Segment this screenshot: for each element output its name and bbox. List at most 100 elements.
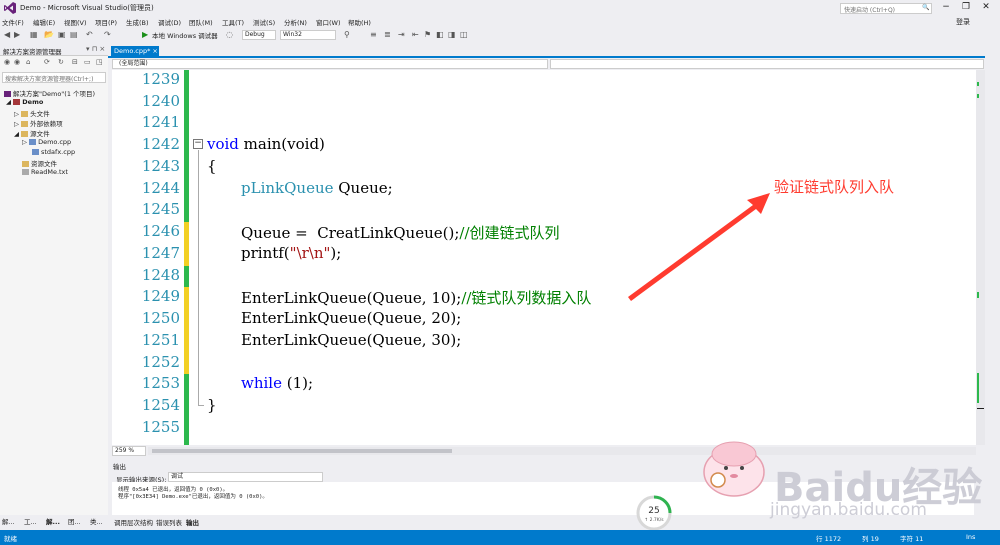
prev-bookmark-icon[interactable]: ◧ xyxy=(436,30,444,39)
code-line-1246: Queue = CreatLinkQueue();//创建链式队列 xyxy=(241,224,560,242)
open-icon[interactable]: 📂 xyxy=(44,30,54,39)
properties-icon[interactable]: ▭ xyxy=(84,58,91,66)
menu-file[interactable]: 文件(F) xyxy=(2,17,24,27)
indent-icon[interactable]: ⇥ xyxy=(398,30,405,39)
refresh-icon[interactable]: ↻ xyxy=(58,58,64,66)
tab-solution-explorer[interactable]: 解... xyxy=(2,516,15,526)
tree-item-stdafx-cpp[interactable]: stdafx.cpp xyxy=(32,148,75,156)
platform-combo[interactable]: Win32 xyxy=(280,30,336,40)
flag-icon[interactable]: ⚑ xyxy=(424,30,431,39)
undo-icon[interactable]: ↶ xyxy=(86,30,93,39)
code-line-1253: while (1); xyxy=(241,374,314,392)
tree-item-resource-files[interactable]: 资源文件 xyxy=(22,158,57,168)
vertical-scrollbar[interactable] xyxy=(976,70,985,445)
new-project-icon[interactable]: ▦ xyxy=(30,30,38,39)
save-all-icon[interactable]: ▤ xyxy=(70,30,78,39)
attach-icon[interactable]: ◌ xyxy=(226,30,233,39)
bookmark-icon[interactable]: ≡ xyxy=(370,30,377,39)
find-icon[interactable]: ⚲ xyxy=(344,30,350,39)
back-icon[interactable]: ◀ xyxy=(4,30,10,39)
tree-item-readme[interactable]: ReadMe.txt xyxy=(22,168,68,176)
menu-project[interactable]: 项目(P) xyxy=(95,17,117,27)
preview-icon[interactable]: ◳ xyxy=(96,58,103,66)
collapse-toggle[interactable]: − xyxy=(193,139,203,149)
menu-window[interactable]: 窗口(W) xyxy=(316,17,341,27)
document-tab-underline xyxy=(108,56,985,58)
code-line-1251: EnterLinkQueue(Queue, 30); xyxy=(241,331,462,349)
forward-icon[interactable]: ◉ xyxy=(14,58,20,66)
line-number: 1248 xyxy=(141,266,180,284)
line-number: 1249 xyxy=(141,287,180,305)
close-button[interactable]: ✕ xyxy=(976,1,996,14)
next-bookmark-icon[interactable]: ◨ xyxy=(448,30,456,39)
menu-team[interactable]: 团队(M) xyxy=(189,17,213,27)
tree-item-project[interactable]: ◢ Demo xyxy=(6,98,43,106)
menu-view[interactable]: 视图(V) xyxy=(64,17,87,27)
horizontal-scrollbar[interactable] xyxy=(148,447,976,455)
member-dropdown[interactable] xyxy=(550,59,984,69)
menu-edit[interactable]: 编辑(E) xyxy=(33,17,55,27)
tab-toolbox[interactable]: 工... xyxy=(24,516,37,526)
scroll-thumb[interactable] xyxy=(152,449,452,453)
tab-class-view[interactable]: 类... xyxy=(90,516,103,526)
tab-output[interactable]: 输出 xyxy=(186,517,199,527)
output-line: 程序"[0x3E34] Demo.exe"已退出，返回值为 0 (0x0)。 xyxy=(118,494,268,500)
tab-error-list[interactable]: 错误列表 xyxy=(156,517,182,527)
collapse-all-icon[interactable]: ⊟ xyxy=(72,58,78,66)
visual-studio-logo-icon xyxy=(4,2,16,14)
forward-icon[interactable]: ▶ xyxy=(14,30,20,39)
output-source-dropdown[interactable]: 调试 xyxy=(168,472,323,482)
solution-search-input[interactable]: 搜索解决方案资源管理器(Ctrl+;) xyxy=(2,72,106,83)
scroll-marker xyxy=(977,373,979,403)
tree-item-solution[interactable]: 解决方案"Demo"(1 个项目) xyxy=(4,88,95,98)
menu-analyze[interactable]: 分析(N) xyxy=(284,17,307,27)
quick-launch-input[interactable]: 快速启动 (Ctrl+Q) xyxy=(840,3,932,14)
menu-tools[interactable]: 工具(T) xyxy=(222,17,244,27)
folder-icon xyxy=(21,131,29,137)
minimize-button[interactable]: − xyxy=(936,1,956,14)
scope-dropdown[interactable]: (全局范围) xyxy=(112,59,548,69)
maximize-button[interactable]: ❐ xyxy=(956,1,976,14)
tab-solution[interactable]: 解... xyxy=(46,516,60,526)
line-number: 1252 xyxy=(141,353,180,371)
outdent-icon[interactable]: ⇤ xyxy=(412,30,419,39)
back-icon[interactable]: ◉ xyxy=(4,58,10,66)
progress-value: 25 xyxy=(648,506,659,516)
menu-build[interactable]: 生成(B) xyxy=(126,17,149,27)
save-icon[interactable]: ▣ xyxy=(58,30,66,39)
tree-item-source-files[interactable]: ◢ 源文件 xyxy=(14,128,50,138)
line-number: 1240 xyxy=(141,92,180,110)
close-tab-icon[interactable]: × xyxy=(152,47,157,55)
tab-team[interactable]: 团... xyxy=(68,516,81,526)
fold-guide-end xyxy=(198,405,204,406)
scroll-caret-marker xyxy=(977,408,984,409)
redo-icon[interactable]: ↷ xyxy=(104,30,111,39)
tree-item-header-files[interactable]: ▷ 头文件 xyxy=(14,108,50,118)
menu-debug[interactable]: 调试(D) xyxy=(158,17,181,27)
comment-icon[interactable]: ≣ xyxy=(384,30,391,39)
solution-icon xyxy=(4,91,11,97)
run-debugger-label[interactable]: 本地 Windows 调试器 xyxy=(152,30,218,40)
tree-item-external-deps[interactable]: ▷ 外部依赖项 xyxy=(14,118,63,128)
tab-call-hierarchy[interactable]: 调用层次结构 xyxy=(114,517,153,527)
status-column: 列 19 xyxy=(862,535,879,543)
sync-icon[interactable]: ⟳ xyxy=(44,58,50,66)
menu-test[interactable]: 测试(S) xyxy=(253,17,275,27)
home-icon[interactable]: ⌂ xyxy=(26,58,30,66)
output-title: 输出 xyxy=(113,463,126,471)
annotation-arrow-icon xyxy=(628,193,770,301)
folder-icon xyxy=(22,161,29,167)
menu-help[interactable]: 帮助(H) xyxy=(348,17,371,27)
zoom-dropdown[interactable]: 259 % xyxy=(112,446,146,456)
start-debug-icon[interactable]: ▶ xyxy=(142,30,148,39)
code-line-1244: pLinkQueue Queue; xyxy=(241,179,393,197)
search-icon[interactable]: 🔍 xyxy=(922,4,929,11)
config-combo[interactable]: Debug xyxy=(242,30,276,40)
login-link[interactable]: 登录 xyxy=(956,17,970,27)
line-number: 1246 xyxy=(141,222,180,240)
code-line-1250: EnterLinkQueue(Queue, 20); xyxy=(241,309,462,327)
tree-item-demo-cpp[interactable]: ▷ Demo.cpp xyxy=(22,138,71,146)
clear-bookmarks-icon[interactable]: ◫ xyxy=(460,30,468,39)
saved-change-marker xyxy=(184,70,189,222)
pin-icon[interactable]: ▾ ⊓ × xyxy=(86,45,105,53)
